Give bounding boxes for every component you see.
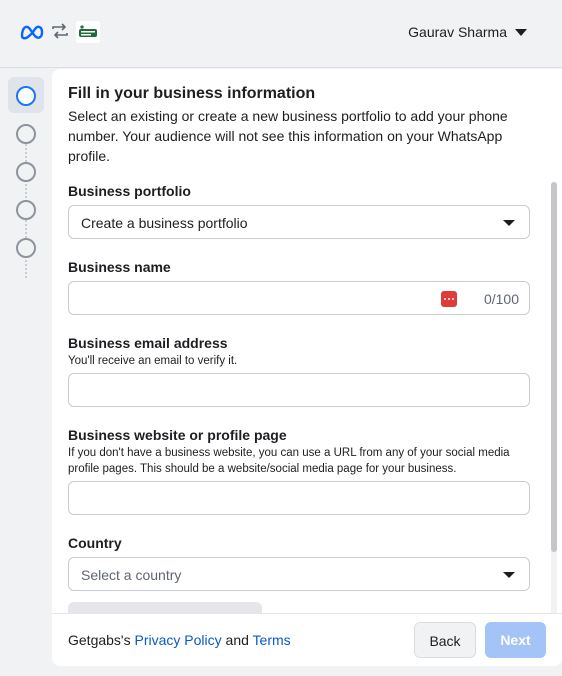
user-name[interactable]: Gaurav Sharma bbox=[408, 24, 507, 40]
business-name-input[interactable]: 0/100 bbox=[68, 281, 530, 315]
step-3-icon bbox=[16, 162, 36, 182]
website-hint: If you don't have a business website, yo… bbox=[68, 447, 510, 475]
step-1-icon bbox=[16, 86, 36, 106]
business-info-card: Fill in your business information Select… bbox=[52, 69, 562, 666]
portfolio-value: Create a business portfolio bbox=[81, 215, 248, 231]
website-label: Business website or profile page bbox=[68, 427, 287, 443]
card-footer: Getgabs's Privacy Policy and Terms Back … bbox=[52, 613, 562, 666]
meta-logo-icon[interactable] bbox=[18, 22, 46, 42]
password-manager-icon[interactable] bbox=[441, 291, 457, 307]
chevron-down-icon bbox=[503, 572, 515, 578]
business-name-label: Business name bbox=[68, 259, 171, 275]
switch-account-icon[interactable] bbox=[51, 22, 69, 40]
top-bar: Gaurav Sharma bbox=[0, 0, 562, 68]
card-description: Select an existing or create a new busin… bbox=[68, 108, 508, 164]
step-5-icon bbox=[16, 238, 36, 258]
email-input[interactable] bbox=[68, 373, 530, 407]
step-rail bbox=[0, 68, 52, 676]
portfolio-select[interactable]: Create a business portfolio bbox=[68, 205, 530, 239]
character-counter: 0/100 bbox=[483, 291, 519, 307]
terms-link[interactable]: Terms bbox=[253, 632, 291, 648]
step-2-icon bbox=[16, 124, 36, 144]
chevron-down-icon bbox=[503, 220, 515, 226]
privacy-policy-link[interactable]: Privacy Policy bbox=[135, 632, 222, 648]
country-select[interactable]: Select a country bbox=[68, 557, 530, 591]
legal-text: Getgabs's Privacy Policy and Terms bbox=[68, 632, 291, 648]
card-title: Fill in your business information bbox=[68, 85, 316, 102]
country-label: Country bbox=[68, 535, 122, 551]
step-4-icon bbox=[16, 200, 36, 220]
chevron-down-icon[interactable] bbox=[515, 29, 527, 36]
email-label: Business email address bbox=[68, 335, 228, 351]
legal-and: and bbox=[225, 632, 249, 648]
next-button[interactable]: Next bbox=[485, 622, 546, 658]
portfolio-label: Business portfolio bbox=[68, 183, 191, 199]
website-input[interactable] bbox=[68, 481, 530, 515]
back-button[interactable]: Back bbox=[414, 622, 476, 658]
email-hint: You'll receive an email to verify it. bbox=[68, 355, 238, 367]
scrollbar-thumb[interactable] bbox=[551, 182, 557, 552]
scrollbar[interactable] bbox=[551, 182, 557, 632]
country-placeholder: Select a country bbox=[81, 567, 182, 583]
legal-prefix: Getgabs's bbox=[68, 632, 131, 648]
business-logo-icon bbox=[76, 21, 100, 43]
